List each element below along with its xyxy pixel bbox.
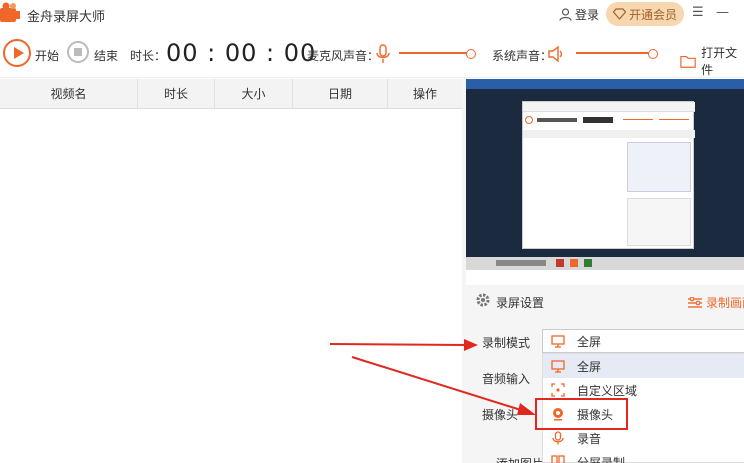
diamond-icon: [612, 8, 626, 20]
app-logo-icon: [0, 2, 20, 22]
microphone-icon[interactable]: [374, 44, 392, 64]
screen-preview: [466, 79, 744, 270]
split-screen-icon: [551, 455, 565, 463]
start-record-button[interactable]: [3, 39, 31, 67]
start-label[interactable]: 开始: [35, 47, 59, 64]
column-header-duration[interactable]: 时长: [138, 79, 215, 109]
settings-title: 录屏设置: [496, 296, 545, 310]
selected-mode-text: 全屏: [577, 334, 602, 349]
system-volume-label: 系统声音：: [492, 49, 553, 63]
video-table-header: 视频名 时长 大小 日期 操作: [0, 79, 462, 109]
app-title: 金舟录屏大师: [27, 10, 106, 25]
column-header-date[interactable]: 日期: [293, 79, 388, 109]
column-header-size[interactable]: 大小: [215, 79, 293, 109]
record-mode-select[interactable]: 全屏: [542, 329, 744, 353]
option-label: 录音: [577, 431, 602, 446]
sliders-icon: [688, 296, 702, 308]
option-label: 分屏录制: [577, 455, 626, 463]
menu-icon[interactable]: ☰: [692, 5, 704, 20]
preview-app-window: [522, 101, 695, 249]
preview-taskbar: [466, 257, 744, 270]
record-mode-label: 录制模式: [482, 336, 531, 350]
column-header-name[interactable]: 视频名: [0, 79, 138, 109]
login-label: 登录: [575, 8, 600, 22]
gear-icon: [476, 293, 490, 307]
video-list: [0, 109, 462, 463]
camera-label: 摄像头: [482, 408, 519, 422]
crop-region-icon: [551, 383, 565, 397]
mic-volume-slider[interactable]: [399, 49, 476, 59]
system-volume-slider[interactable]: [576, 49, 658, 59]
column-header-action[interactable]: 操作: [388, 79, 462, 109]
audio-input-label: 音频输入: [482, 372, 531, 386]
stop-record-button[interactable]: [67, 41, 89, 63]
duration-label: 时长：: [130, 49, 167, 63]
preview-titlebar: [466, 79, 744, 89]
camera-option-highlight: [535, 398, 628, 430]
toolbar: 开始 结束 时长： 00 : 00 : 00 麦克风声音： 系统声音： 打开文件: [0, 30, 744, 78]
monitor-icon: [551, 359, 565, 373]
login-button[interactable]: 登录: [559, 6, 599, 23]
stop-label[interactable]: 结束: [94, 47, 118, 64]
user-icon: [559, 8, 572, 21]
open-file-button[interactable]: 打开文件: [680, 44, 744, 78]
speaker-icon[interactable]: [547, 44, 565, 64]
minimize-icon[interactable]: —: [716, 5, 729, 20]
option-label: 全屏: [577, 359, 602, 374]
option-fullscreen[interactable]: 全屏: [543, 354, 744, 378]
record-settings-panel: 录屏设置 录制画面 录制模式 音频输入 摄像头 添加图片 全屏 全屏: [466, 285, 744, 463]
option-label: 自定义区域: [577, 383, 638, 398]
folder-icon: [680, 55, 696, 68]
monitor-icon: [551, 334, 565, 348]
microphone-icon: [551, 431, 565, 445]
timer-display: 00 : 00 : 00: [166, 39, 317, 67]
record-area-link[interactable]: 录制画面: [688, 294, 744, 311]
open-file-label: 打开文件: [701, 46, 738, 77]
vip-button[interactable]: 开通会员: [606, 2, 684, 26]
option-split-screen[interactable]: 分屏录制: [543, 450, 744, 463]
record-area-label: 录制画面: [706, 296, 744, 310]
mic-volume-label: 麦克风声音：: [307, 49, 380, 63]
title-bar: 金舟录屏大师 登录 开通会员 ☰ —: [0, 0, 744, 30]
add-image-label: 添加图片: [496, 455, 544, 463]
vip-label: 开通会员: [628, 7, 677, 22]
